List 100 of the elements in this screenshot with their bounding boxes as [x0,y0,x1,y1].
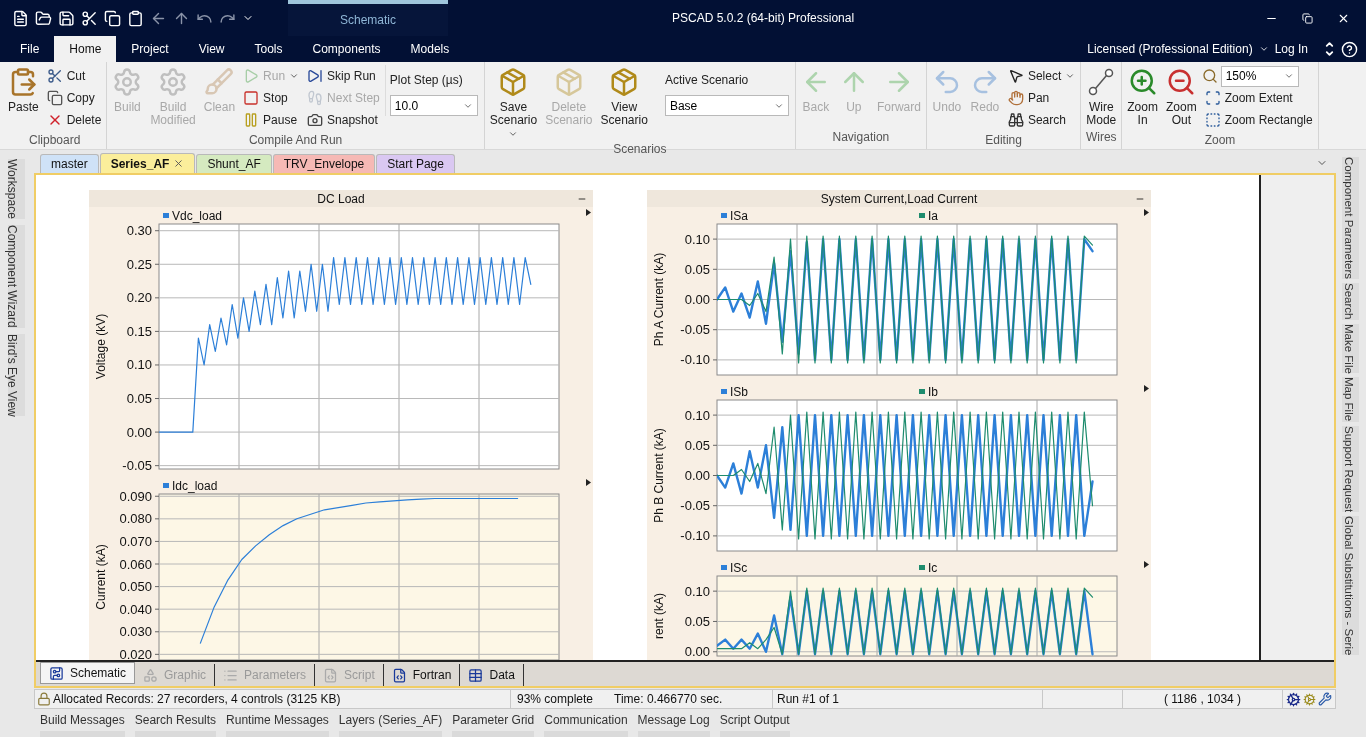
axis-tick-label: -0.05 [680,322,710,338]
dropdown-field[interactable]: Base [664,95,789,116]
menu-tab[interactable]: File [5,36,55,62]
side-panel-tab[interactable]: Global Substitutions - Serie [1342,515,1359,656]
status-text: Run #1 of 1 [773,690,1043,708]
panel-tab[interactable]: Message Log [637,711,710,737]
ribbon-button[interactable]: Zoom In [1124,65,1161,127]
axis-tick-label: 0.05 [684,261,710,277]
ribbon-button[interactable]: Stop [240,87,303,109]
field-label: Active Scenario [664,72,750,89]
ribbon-button[interactable]: Delete [43,109,105,131]
ribbon-button[interactable]: Cut [43,65,105,87]
frame-title: DC Load [317,190,365,208]
panel-tab[interactable]: Layers (Series_AF) [338,711,443,737]
axis-tick-label: 0.15 [126,323,152,339]
login-link[interactable]: Log In [1274,40,1308,58]
axis-title: Voltage (kV) [94,313,108,380]
panel-tab[interactable]: Search Results [134,711,217,737]
axis-title: rent (kA) [652,593,666,639]
document-tab[interactable]: Shunt_AF [196,154,272,173]
axis-tick-label: -0.05 [122,458,152,474]
menu-tab[interactable]: View [183,36,240,62]
ribbon-button[interactable]: Select [1004,65,1079,87]
frame-title: System Current,Load Current [820,190,978,208]
axis-tick-label: 0.05 [684,613,710,629]
legend-label: ISb [730,383,748,401]
editor-mode-tab[interactable]: Fortran [383,664,461,686]
status-text: 93% complete [516,691,595,708]
axis-tick-label: 0.00 [126,424,152,440]
side-panel-tab[interactable]: Make File [1342,323,1359,374]
panel-tab[interactable]: Script Output [719,711,790,737]
editor-mode-tab[interactable]: Schematic [40,662,136,684]
side-panel-tab[interactable]: Search [1342,283,1359,320]
menu-tab[interactable]: Project [116,36,184,62]
ribbon-button[interactable]: Zoom Out [1162,65,1200,127]
legend-label: Ic [928,559,938,577]
ribbon-button[interactable]: Skip Run [304,65,383,87]
axis-tick-label: 0.20 [126,290,152,306]
axis-tick-label: 0.050 [119,579,152,595]
ribbon-button[interactable]: Save Scenario [486,65,541,140]
axis-tick-label: 0.080 [119,511,152,527]
panel-tab[interactable]: Runtime Messages [226,711,329,737]
ribbon-button[interactable]: Zoom Extent [1201,87,1316,109]
ribbon-button[interactable]: Pause [240,109,303,131]
document-tab[interactable]: Start Page [376,154,455,173]
group-label: Wires [1084,129,1118,146]
axis-tick-label: -0.05 [680,498,710,514]
ribbon-button[interactable]: Zoom Rectangle [1201,109,1316,131]
group-label: Navigation [831,129,891,146]
zoom-level-dropdown[interactable]: 150% [1220,65,1299,87]
axis-tick-label: 0.030 [119,624,152,640]
side-panel-tab[interactable]: Component Parameters [1342,157,1359,280]
side-panel-tab[interactable]: Map File [1342,377,1359,422]
axis-tick-label: 0.090 [119,488,152,504]
group-label: Zoom [1203,132,1237,149]
status-text: Time: 0.466770 sec. [608,690,773,708]
context-tab-group: Schematic [288,0,448,36]
axis-tick-label: 0.00 [684,468,710,483]
group-label: Clipboard [28,132,82,149]
group-label: Compile And Run [247,132,344,149]
document-tab[interactable]: TRV_Envelope [272,154,376,173]
ribbon-button[interactable]: Wire Mode [1083,65,1120,127]
menu-tab[interactable]: Tools [239,36,298,62]
document-tab[interactable]: Series_AF [99,153,196,173]
axis-tick-label: 0.020 [119,646,152,660]
document-tab[interactable]: master [40,154,99,173]
axis-tick-label: 0.00 [684,292,710,307]
panel-tab[interactable]: Build Messages [40,711,125,737]
axis-tick-label: 0.05 [126,391,152,406]
axis-tick-label: 0.30 [126,223,152,239]
ribbon-button[interactable]: View Scenario [597,65,651,127]
axis-tick-label: -0.10 [680,352,710,368]
axis-title: Current (kA) [94,544,108,610]
group-label: Scenarios [612,141,668,158]
panel-tab[interactable]: Communication [544,711,628,737]
menu-tab[interactable]: Models [395,36,465,62]
axis-tick-label: 0.05 [684,437,710,453]
status-text: ( 1186 , 1034 ) [1123,690,1283,708]
ribbon-button[interactable]: Snapshot [304,109,383,131]
legend-label: Ia [928,207,938,225]
ribbon-button[interactable]: Paste [5,65,42,114]
axis-tick-label: 0.10 [684,583,710,599]
axis-tick-label: -0.10 [680,528,710,544]
axis-tick-label: 0.10 [684,231,710,247]
ribbon-button[interactable]: Pan [1004,87,1079,109]
legend-label: Idc_load [172,477,218,495]
ribbon-button[interactable]: Copy [43,87,105,109]
ribbon-button[interactable]: Search [1004,109,1079,131]
axis-title: Ph A Current (kA) [652,252,666,347]
axis-tick-label: 0.00 [684,644,710,660]
axis-title: Ph B Current (kA) [652,428,666,523]
axis-tick-label: 0.25 [126,256,152,272]
editor-mode-tab[interactable]: Data [460,664,524,686]
license-label: Licensed (Professional Edition) [1087,41,1253,58]
menu-tab[interactable]: Home [54,36,117,62]
dropdown-field[interactable]: 10.0 [389,95,478,116]
menu-tab[interactable]: Components [297,36,396,62]
group-label: Editing [984,132,1023,149]
side-panel-tab[interactable]: Support Request [1342,425,1359,512]
panel-tab[interactable]: Parameter Grid [452,711,535,737]
